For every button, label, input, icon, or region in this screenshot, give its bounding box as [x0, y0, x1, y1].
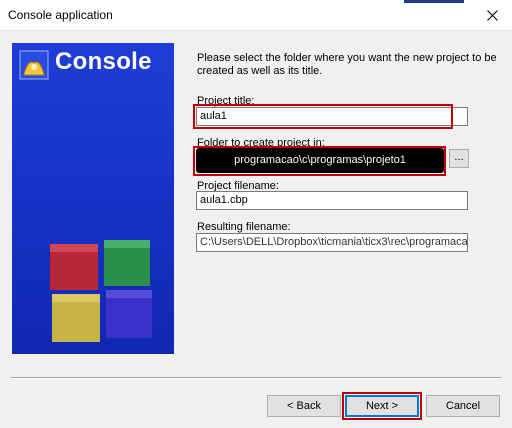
cubes-graphic [50, 240, 152, 342]
wizard-banner: Console [12, 43, 174, 354]
close-icon [486, 9, 498, 21]
resulting-filename-field: C:\Users\DELL\Dropbox\ticmania\ticx3\rec… [196, 233, 468, 252]
background-window-strip [404, 0, 464, 3]
cancel-button[interactable]: Cancel [426, 395, 500, 417]
title-bar: Console application [0, 0, 512, 31]
close-button[interactable] [472, 0, 512, 30]
highlight-box-next [342, 392, 422, 420]
window-title: Console application [8, 8, 113, 22]
banner-title: Console [55, 48, 152, 75]
highlight-box-folder [193, 146, 446, 176]
filename-input[interactable]: aula1.cbp [196, 191, 468, 210]
browse-button[interactable]: ... [449, 149, 469, 168]
resulting-label: Resulting filename: [197, 221, 291, 233]
highlight-box-title [193, 104, 453, 129]
back-button[interactable]: < Back [267, 395, 341, 417]
description-text: Please select the folder where you want … [197, 52, 497, 77]
codeblocks-logo-icon [19, 50, 49, 80]
separator [11, 377, 501, 379]
